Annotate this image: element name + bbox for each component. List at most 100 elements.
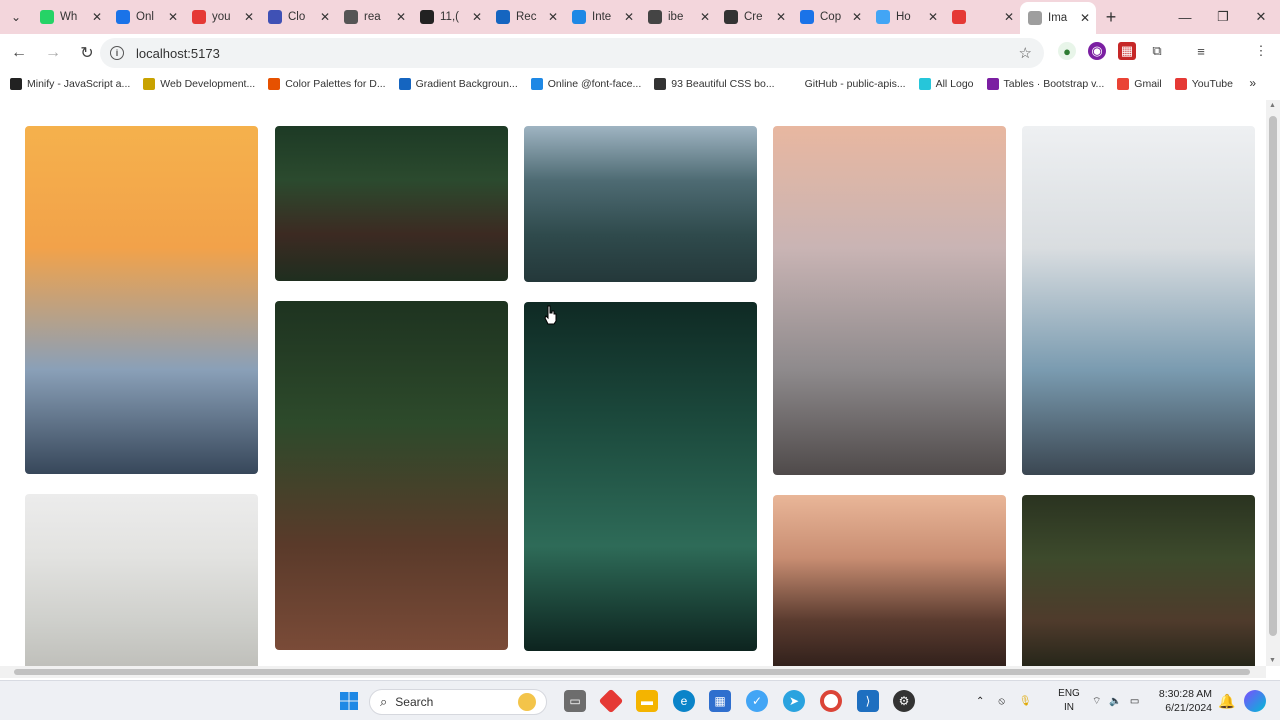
bookmark-item[interactable]: Gradient Backgroun...: [398, 78, 518, 90]
reload-button[interactable]: ↻: [72, 38, 102, 68]
search-label: Search: [395, 695, 434, 709]
vscode-icon[interactable]: ⟩: [857, 690, 879, 712]
tab-close-icon[interactable]: ✕: [1080, 11, 1090, 25]
tab-close-icon[interactable]: ✕: [244, 10, 254, 24]
clock[interactable]: 8:30:28 AM 6/21/2024: [1156, 687, 1212, 715]
horizontal-scroll-thumb[interactable]: [14, 669, 1250, 675]
tab-close-icon[interactable]: ✕: [1004, 10, 1014, 24]
bookmark-star-icon[interactable]: ☆: [1019, 44, 1032, 62]
copilot-icon[interactable]: [1244, 690, 1266, 712]
tab-close-icon[interactable]: ✕: [396, 10, 406, 24]
microphone-icon[interactable]: 🎙: [1019, 696, 1032, 707]
extensions-puzzle-icon[interactable]: ⧉: [1148, 42, 1166, 60]
language-indicator[interactable]: ENG IN: [1058, 687, 1080, 715]
tab-close-icon[interactable]: ✕: [852, 10, 862, 24]
bookmarks-overflow-icon[interactable]: »: [1249, 76, 1256, 90]
browser-tab[interactable]: Ima ✕: [1020, 2, 1096, 34]
bookmark-item[interactable]: Online @font-face...: [530, 78, 641, 90]
gallery-photo-couple-city-sunset[interactable]: [773, 495, 1006, 666]
telegram-icon[interactable]: ➤: [783, 690, 805, 712]
gallery-photo-couple-walking-beach[interactable]: [773, 126, 1006, 475]
more-menu-icon[interactable]: ⋮: [1252, 42, 1270, 60]
new-tab-button[interactable]: +: [1096, 7, 1126, 28]
bookmark-item[interactable]: All Logo: [918, 78, 974, 90]
chrome-icon[interactable]: [820, 690, 842, 712]
vertical-scrollbar[interactable]: ▲ ▼: [1266, 100, 1280, 666]
bookmark-item[interactable]: Minify - JavaScript a...: [10, 78, 130, 90]
quick-settings[interactable]: ⌔ 🔈 ▭: [1092, 681, 1139, 721]
bookmark-item[interactable]: 93 Beautiful CSS bo...: [654, 78, 775, 90]
tab-close-icon[interactable]: ✕: [472, 10, 482, 24]
extension-icon-green[interactable]: ●: [1058, 42, 1076, 60]
tab-close-icon[interactable]: ✕: [168, 10, 178, 24]
bookmark-item[interactable]: Web Development...: [143, 78, 255, 90]
tab-favicon-icon: [724, 10, 738, 24]
edge-browser-icon[interactable]: e: [673, 690, 695, 712]
tray-overflow-icon[interactable]: ⌃: [976, 696, 984, 707]
address-bar[interactable]: i localhost:5173 ☆: [100, 38, 1044, 68]
tab-favicon-icon: [40, 10, 54, 24]
bookmark-item[interactable]: Tables · Bootstrap v...: [986, 78, 1105, 90]
extension-icon-red[interactable]: ▦: [1118, 42, 1136, 60]
address-text[interactable]: localhost:5173: [136, 46, 220, 61]
browser-tab[interactable]: rea ✕: [336, 0, 412, 34]
app-icon-blue[interactable]: ✓: [746, 690, 768, 712]
vertical-scroll-thumb[interactable]: [1269, 116, 1277, 636]
back-button[interactable]: ←: [4, 38, 34, 68]
horizontal-scrollbar[interactable]: [0, 666, 1266, 678]
app-icon-dark[interactable]: ⚙: [893, 690, 915, 712]
task-view-icon[interactable]: ▭: [564, 690, 586, 712]
gallery-photo-couple-forest-path-dog[interactable]: [275, 301, 508, 650]
browser-tab[interactable]: you ✕: [184, 0, 260, 34]
browser-tab[interactable]: Cop ✕: [792, 0, 868, 34]
gallery-photo-sunset-couple-silhouette[interactable]: [25, 126, 258, 474]
bookmark-item[interactable]: Gmail: [1117, 78, 1162, 90]
browser-tab[interactable]: 11,(✕: [412, 0, 488, 34]
browser-tab[interactable]: Clo ✕: [260, 0, 336, 34]
notification-bell-icon[interactable]: 🔔: [1216, 690, 1238, 712]
tab-close-icon[interactable]: ✕: [928, 10, 938, 24]
tab-close-icon[interactable]: ✕: [320, 10, 330, 24]
gallery-photo-couple-kissing-kitchen[interactable]: [1022, 126, 1255, 475]
browser-tab[interactable]: Wh ✕: [32, 0, 108, 34]
browser-tab[interactable]: Inte ✕: [564, 0, 640, 34]
gallery-photo-couple-hugging-garden[interactable]: [1022, 495, 1255, 666]
bookmark-item[interactable]: YouTube: [1174, 78, 1233, 90]
close-window-button[interactable]: ✕: [1242, 0, 1280, 34]
browser-tab[interactable]: Rec ✕: [488, 0, 564, 34]
bookmark-label: Tables · Bootstrap v...: [1003, 78, 1105, 90]
file-explorer-icon[interactable]: ▬: [636, 690, 658, 712]
browser-tab[interactable]: ✕: [944, 0, 1020, 34]
tab-close-icon[interactable]: ✕: [624, 10, 634, 24]
gallery-photo-bare-tree[interactable]: [25, 494, 258, 666]
tab-close-icon[interactable]: ✕: [776, 10, 786, 24]
microsoft-store-icon[interactable]: ▦: [709, 690, 731, 712]
browser-tab[interactable]: Ho ✕: [868, 0, 944, 34]
site-info-icon[interactable]: i: [110, 46, 124, 60]
media-control-icon[interactable]: ≡: [1192, 42, 1210, 60]
tab-close-icon[interactable]: ✕: [700, 10, 710, 24]
forward-button[interactable]: →: [38, 38, 68, 68]
restore-button[interactable]: ❐: [1204, 0, 1242, 34]
browser-tab[interactable]: ibe ✕: [640, 0, 716, 34]
clock-date: 6/21/2024: [1165, 702, 1212, 714]
app-icon-red[interactable]: [598, 688, 624, 714]
tab-search-button[interactable]: ⌄: [0, 0, 32, 34]
tab-favicon-icon: [952, 10, 966, 24]
network-disabled-icon[interactable]: ⦸: [998, 696, 1005, 707]
browser-tab[interactable]: Onl ✕: [108, 0, 184, 34]
tab-close-icon[interactable]: ✕: [92, 10, 102, 24]
extension-icon-purple[interactable]: ◉: [1088, 42, 1106, 60]
minimize-button[interactable]: —: [1166, 0, 1204, 34]
browser-tab[interactable]: Cre ✕: [716, 0, 792, 34]
gallery-photo-couple-in-forest[interactable]: [275, 126, 508, 281]
bookmark-favicon-icon: [986, 78, 999, 90]
bookmark-label: GitHub - public-apis...: [804, 78, 906, 90]
tab-close-icon[interactable]: ✕: [548, 10, 558, 24]
windows-start-icon[interactable]: [338, 690, 360, 712]
bookmark-item[interactable]: Color Palettes for D...: [268, 78, 386, 90]
bookmark-item[interactable]: GitHub - public-apis...: [787, 78, 906, 90]
taskbar-search[interactable]: ⌕ Search: [369, 689, 547, 715]
gallery-photo-green-leaves[interactable]: [524, 302, 757, 651]
gallery-photo-mountain-valley[interactable]: [524, 126, 757, 282]
